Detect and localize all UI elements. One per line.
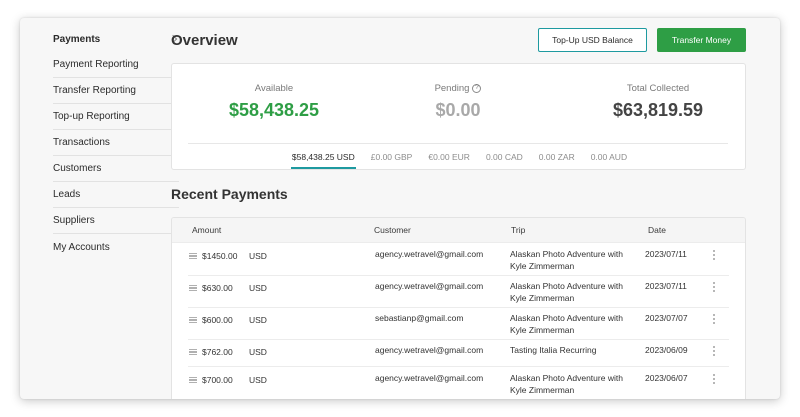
list-icon bbox=[189, 349, 197, 355]
sidebar-item-label: Payment Reporting bbox=[53, 59, 139, 70]
list-icon bbox=[189, 317, 197, 323]
amount-cell: $762.00 bbox=[202, 347, 233, 357]
total-collected-value: $63,819.59 bbox=[612, 100, 704, 120]
tab-currency-cad[interactable]: 0.00 CAD bbox=[485, 144, 524, 170]
kebab-menu-icon[interactable] bbox=[711, 374, 717, 388]
tab-currency-zar[interactable]: 0.00 ZAR bbox=[538, 144, 576, 170]
balance-overview-card: Available $58,438.25 Pending ? $0.00 Tot… bbox=[171, 63, 746, 170]
sidebar-item-customers[interactable]: Customers bbox=[53, 156, 179, 182]
tab-currency-gbp[interactable]: £0.00 GBP bbox=[370, 144, 414, 170]
tab-currency-eur[interactable]: €0.00 EUR bbox=[427, 144, 471, 170]
currency-cell: USD bbox=[249, 347, 267, 357]
trip-cell-line1: Alaskan Photo Adventure with bbox=[510, 281, 623, 291]
sidebar: Payments Payment Reporting Transfer Repo… bbox=[53, 26, 179, 260]
kebab-menu-icon[interactable] bbox=[711, 250, 717, 264]
sidebar-item-label: Transactions bbox=[53, 137, 110, 148]
customer-cell: agency.wetravel@gmail.com bbox=[375, 249, 484, 259]
table-header: Amount Customer Trip Date bbox=[172, 218, 745, 243]
pending-label: Pending ? bbox=[368, 83, 548, 94]
customer-cell: agency.wetravel@gmail.com bbox=[375, 373, 484, 383]
table-row[interactable]: $600.00 USD sebastianp@gmail.com Alaskan… bbox=[188, 308, 729, 340]
column-header-trip: Trip bbox=[511, 225, 526, 235]
table-row[interactable]: $1450.00 USD agency.wetravel@gmail.com A… bbox=[188, 244, 729, 276]
tab-currency-usd[interactable]: $58,438.25 USD bbox=[290, 144, 356, 170]
trip-cell-line2: Kyle Zimmerman bbox=[510, 385, 575, 395]
sidebar-item-label: Transfer Reporting bbox=[53, 85, 136, 96]
sidebar-item-transfer-reporting[interactable]: Transfer Reporting bbox=[53, 78, 179, 104]
kebab-menu-icon[interactable] bbox=[711, 314, 717, 328]
help-icon[interactable]: ? bbox=[472, 84, 482, 93]
sidebar-item-payment-reporting[interactable]: Payment Reporting bbox=[53, 52, 179, 78]
total-label-text: Total Collected bbox=[626, 83, 690, 94]
page-title: Overview bbox=[171, 32, 238, 49]
customer-cell: agency.wetravel@gmail.com bbox=[375, 281, 484, 291]
list-icon bbox=[189, 377, 197, 383]
sidebar-item-leads[interactable]: Leads bbox=[53, 182, 179, 208]
total-collected-label: Total Collected bbox=[568, 83, 748, 94]
column-header-amount: Amount bbox=[192, 225, 222, 235]
currency-cell: USD bbox=[249, 251, 267, 261]
amount-cell: $600.00 bbox=[202, 315, 233, 325]
transfer-money-button[interactable]: Transfer Money bbox=[657, 28, 746, 52]
list-icon bbox=[189, 285, 197, 291]
available-stat: Available $58,438.25 bbox=[184, 83, 364, 121]
sidebar-item-topup-reporting[interactable]: Top-up Reporting bbox=[53, 104, 179, 130]
date-cell: 2023/07/11 bbox=[645, 281, 687, 291]
currency-cell: USD bbox=[249, 375, 267, 385]
sidebar-item-label: Leads bbox=[53, 189, 81, 200]
available-label-text: Available bbox=[254, 83, 294, 94]
customer-cell: sebastianp@gmail.com bbox=[375, 313, 464, 323]
date-cell: 2023/07/07 bbox=[645, 313, 688, 323]
kebab-menu-icon[interactable] bbox=[711, 282, 717, 296]
date-cell: 2023/07/11 bbox=[645, 249, 687, 259]
total-collected-stat: Total Collected $63,819.59 bbox=[568, 83, 748, 121]
trip-cell-line1: Tasting Italia Recurring bbox=[510, 345, 597, 355]
customer-cell: agency.wetravel@gmail.com bbox=[375, 345, 484, 355]
list-icon bbox=[189, 253, 197, 259]
available-label: Available bbox=[184, 83, 364, 94]
table-row[interactable]: $630.00 USD agency.wetravel@gmail.com Al… bbox=[188, 276, 729, 308]
amount-cell: $700.00 bbox=[202, 375, 233, 385]
topup-balance-button[interactable]: Top-Up USD Balance bbox=[538, 28, 647, 52]
currency-cell: USD bbox=[249, 283, 267, 293]
table-row[interactable]: $700.00 USD agency.wetravel@gmail.com Al… bbox=[188, 368, 729, 399]
amount-cell: $630.00 bbox=[202, 283, 233, 293]
column-header-date: Date bbox=[648, 225, 666, 235]
app-window: Payments Payment Reporting Transfer Repo… bbox=[20, 18, 780, 399]
trip-cell-line2: Kyle Zimmerman bbox=[510, 261, 575, 271]
kebab-menu-icon[interactable] bbox=[711, 346, 717, 360]
recent-payments-title: Recent Payments bbox=[171, 186, 288, 202]
sidebar-item-label: Payments bbox=[53, 33, 101, 45]
trip-cell-line1: Alaskan Photo Adventure with bbox=[510, 249, 623, 259]
recent-payments-table: Amount Customer Trip Date $1450.00 USD a… bbox=[171, 217, 746, 399]
trip-cell-line2: Kyle Zimmerman bbox=[510, 293, 575, 303]
sidebar-item-label: Top-up Reporting bbox=[53, 111, 130, 122]
sidebar-item-label: My Accounts bbox=[53, 241, 110, 253]
pending-label-text: Pending bbox=[434, 83, 470, 94]
column-header-customer: Customer bbox=[374, 225, 411, 235]
currency-tabs: $58,438.25 USD £0.00 GBP €0.00 EUR 0.00 … bbox=[172, 144, 747, 170]
table-row[interactable]: $762.00 USD agency.wetravel@gmail.com Ta… bbox=[188, 340, 729, 367]
trip-cell-line2: Kyle Zimmerman bbox=[510, 325, 575, 335]
sidebar-item-transactions[interactable]: Transactions bbox=[53, 130, 179, 156]
currency-cell: USD bbox=[249, 315, 267, 325]
pending-value: $0.00 bbox=[435, 100, 481, 120]
trip-cell-line1: Alaskan Photo Adventure with bbox=[510, 313, 623, 323]
tab-currency-aud[interactable]: 0.00 AUD bbox=[590, 144, 628, 170]
pending-stat: Pending ? $0.00 bbox=[368, 83, 548, 121]
sidebar-item-suppliers[interactable]: Suppliers bbox=[53, 208, 179, 234]
sidebar-item-label: Suppliers bbox=[53, 215, 95, 226]
sidebar-item-payments[interactable]: Payments bbox=[53, 26, 179, 52]
date-cell: 2023/06/07 bbox=[645, 373, 688, 383]
sidebar-item-label: Customers bbox=[53, 163, 102, 174]
date-cell: 2023/06/09 bbox=[645, 345, 688, 355]
available-value: $58,438.25 bbox=[228, 100, 320, 120]
sidebar-item-my-accounts[interactable]: My Accounts bbox=[53, 234, 179, 260]
amount-cell: $1450.00 bbox=[202, 251, 238, 261]
trip-cell-line1: Alaskan Photo Adventure with bbox=[510, 373, 623, 383]
